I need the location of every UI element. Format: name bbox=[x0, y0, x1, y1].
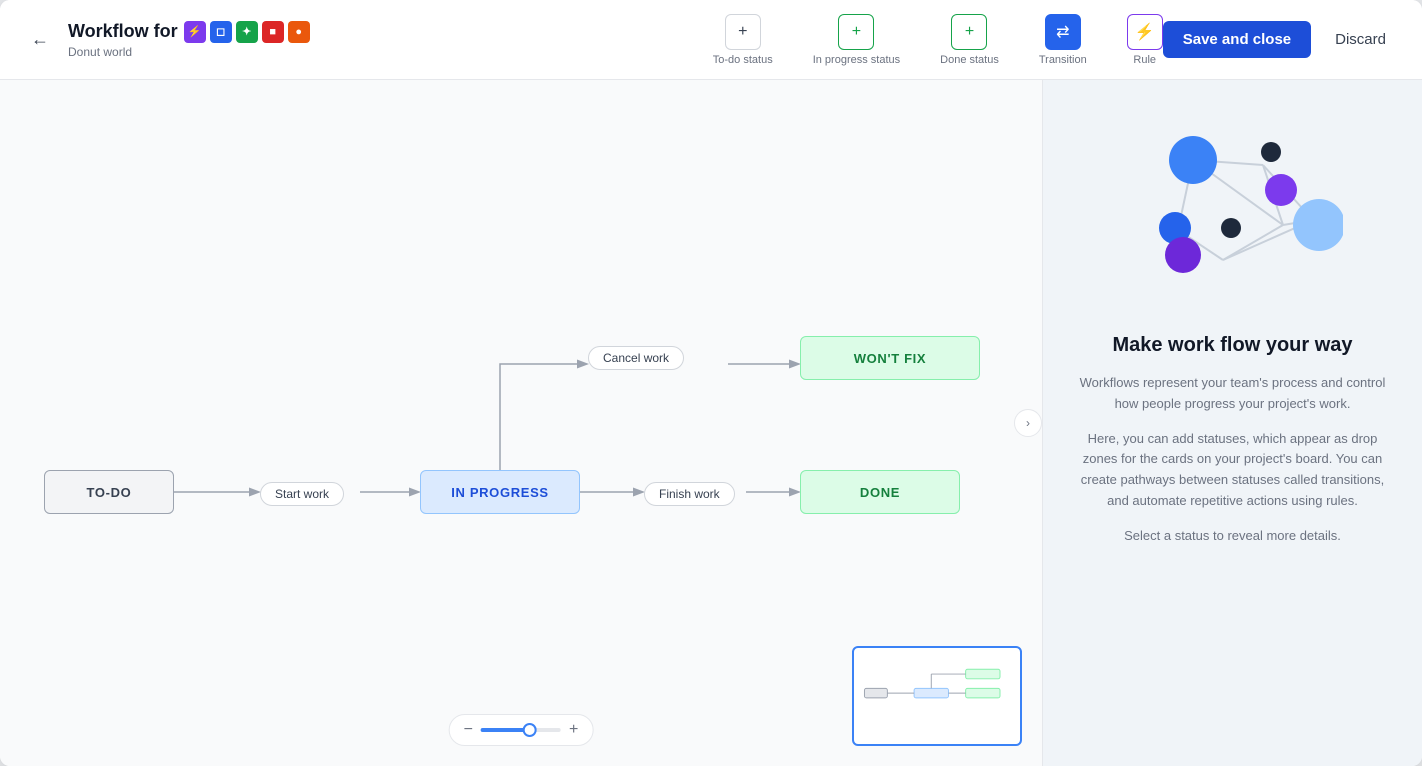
start-work-transition[interactable]: Start work bbox=[260, 482, 344, 506]
zoom-in-button[interactable]: + bbox=[569, 721, 578, 739]
header-right: Save and close Discard bbox=[1163, 21, 1398, 58]
rule-icon: ⚡ bbox=[1127, 14, 1163, 50]
project-icon-4: ■ bbox=[262, 21, 284, 43]
zoom-controls: − + bbox=[449, 714, 594, 746]
project-icon-2: ◻ bbox=[210, 21, 232, 43]
mini-map bbox=[852, 646, 1022, 746]
finish-work-transition[interactable]: Finish work bbox=[644, 482, 735, 506]
cancel-work-label: Cancel work bbox=[603, 351, 669, 365]
back-button[interactable]: ← bbox=[24, 24, 56, 56]
workflow-title: Workflow for ⚡ ◻ ✦ ■ ● bbox=[68, 21, 310, 43]
done-node[interactable]: DONE bbox=[800, 470, 960, 514]
project-icon-1: ⚡ bbox=[184, 21, 206, 43]
start-work-label: Start work bbox=[275, 487, 329, 501]
panel-title: Make work flow your way bbox=[1112, 334, 1352, 357]
transition-button[interactable]: ⇄ Transition bbox=[1039, 14, 1087, 66]
cancel-work-transition[interactable]: Cancel work bbox=[588, 346, 684, 370]
zoom-slider[interactable] bbox=[481, 728, 561, 732]
done-status-label: Done status bbox=[940, 54, 999, 66]
panel-text-1: Workflows represent your team's process … bbox=[1073, 373, 1392, 415]
workflow-canvas: TO-DO IN PROGRESS DONE WON'T FIX Start w… bbox=[0, 80, 1042, 766]
done-node-label: DONE bbox=[860, 485, 900, 500]
canvas-area[interactable]: TO-DO IN PROGRESS DONE WON'T FIX Start w… bbox=[0, 80, 1042, 766]
panel-toggle-button[interactable]: › bbox=[1014, 409, 1042, 437]
transition-icon: ⇄ bbox=[1045, 14, 1081, 50]
todo-node-label: TO-DO bbox=[87, 485, 132, 500]
todo-status-button[interactable]: + To-do status bbox=[713, 14, 773, 66]
in-progress-node[interactable]: IN PROGRESS bbox=[420, 470, 580, 514]
header-center: + To-do status + In progress status + Do… bbox=[713, 14, 1163, 66]
rule-label: Rule bbox=[1133, 54, 1156, 66]
workflow-icons: ⚡ ◻ ✦ ■ ● bbox=[184, 21, 310, 43]
in-progress-node-label: IN PROGRESS bbox=[451, 485, 548, 500]
main-content: TO-DO IN PROGRESS DONE WON'T FIX Start w… bbox=[0, 80, 1422, 766]
in-progress-status-button[interactable]: + In progress status bbox=[813, 14, 900, 66]
network-graph bbox=[1123, 110, 1343, 310]
panel-text-2: Here, you can add statuses, which appear… bbox=[1073, 429, 1392, 512]
transition-label: Transition bbox=[1039, 54, 1087, 66]
zoom-thumb bbox=[523, 723, 537, 737]
done-status-icon: + bbox=[951, 14, 987, 50]
workflow-subtitle: Donut world bbox=[68, 45, 310, 59]
zoom-out-button[interactable]: − bbox=[464, 721, 473, 739]
in-progress-status-label: In progress status bbox=[813, 54, 900, 66]
wontfix-node-label: WON'T FIX bbox=[854, 351, 927, 366]
done-status-button[interactable]: + Done status bbox=[940, 14, 999, 66]
mini-map-inner bbox=[854, 648, 1020, 744]
todo-status-icon: + bbox=[725, 14, 761, 50]
panel-text-3: Select a status to reveal more details. bbox=[1124, 526, 1341, 547]
network-graph-svg bbox=[1123, 110, 1343, 310]
header-left: ← Workflow for ⚡ ◻ ✦ ■ ● Donut world bbox=[24, 21, 713, 59]
right-panel: Make work flow your way Workflows repres… bbox=[1042, 80, 1422, 766]
finish-work-label: Finish work bbox=[659, 487, 720, 501]
workflow-title-block: Workflow for ⚡ ◻ ✦ ■ ● Donut world bbox=[68, 21, 310, 59]
in-progress-status-icon: + bbox=[838, 14, 874, 50]
project-icon-3: ✦ bbox=[236, 21, 258, 43]
rule-button[interactable]: ⚡ Rule bbox=[1127, 14, 1163, 66]
zoom-track bbox=[481, 728, 525, 732]
save-close-button[interactable]: Save and close bbox=[1163, 21, 1311, 58]
header: ← Workflow for ⚡ ◻ ✦ ■ ● Donut world + bbox=[0, 0, 1422, 80]
project-icon-5: ● bbox=[288, 21, 310, 43]
discard-button[interactable]: Discard bbox=[1323, 21, 1398, 58]
title-prefix: Workflow for bbox=[68, 21, 178, 42]
mini-map-svg bbox=[860, 654, 1014, 738]
todo-status-label: To-do status bbox=[713, 54, 773, 66]
wontfix-node[interactable]: WON'T FIX bbox=[800, 336, 980, 380]
todo-node[interactable]: TO-DO bbox=[44, 470, 174, 514]
